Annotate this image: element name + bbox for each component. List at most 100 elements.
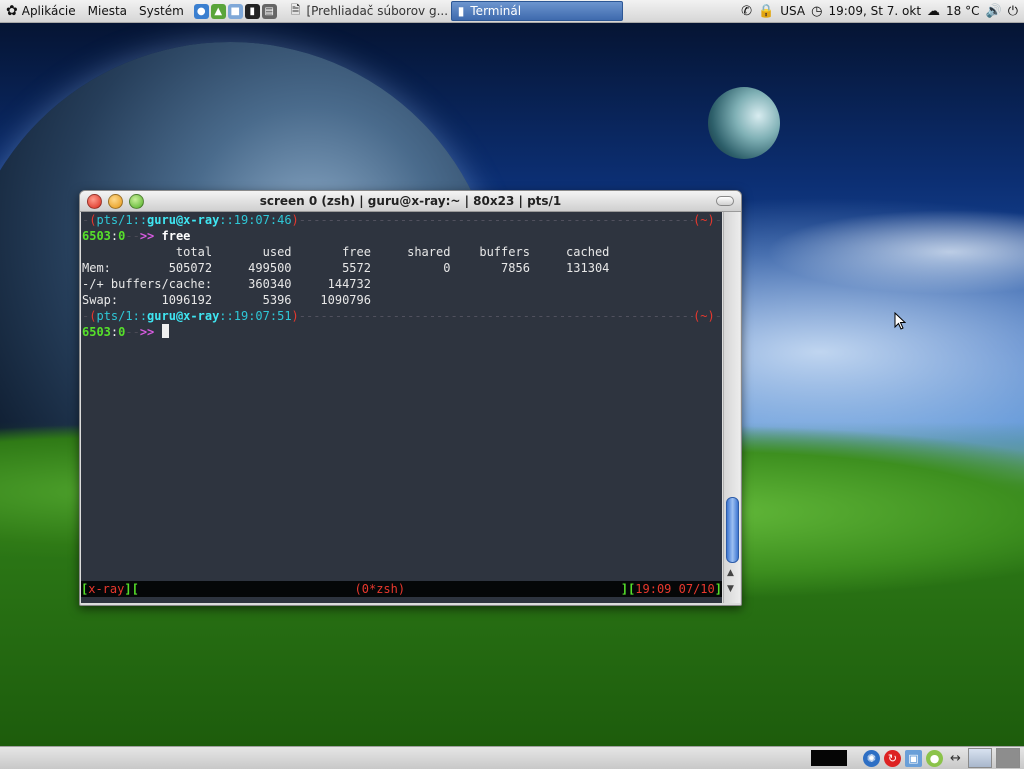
lock-icon[interactable]: 🔒 (758, 4, 774, 19)
update-icon[interactable]: ↻ (884, 749, 901, 767)
clock-icon: ◷ (811, 3, 823, 19)
terminal-icon: ▮ (457, 4, 465, 18)
window-controls (87, 194, 144, 209)
scroll-down-icon[interactable]: ▼ (727, 584, 734, 594)
system-tray: ✆ 🔒 USA ◷ 19:09, St 7. okt ☁ 18 °C 🔊 ⏻ (741, 4, 1024, 19)
scroll-up-icon[interactable]: ▲ (727, 568, 734, 578)
prompt-exit-status: 0 (118, 325, 126, 339)
notification-icon[interactable]: ● (926, 749, 943, 767)
cursor-gap (154, 324, 161, 340)
system-menu-label: Systém (139, 4, 184, 18)
workspace-1[interactable] (968, 748, 992, 768)
terminal-window[interactable]: screen 0 (zsh) | guru@x-ray:~ | 80x23 | … (79, 190, 742, 606)
sb-bracket: [ (81, 582, 89, 596)
window-titlebar[interactable]: screen 0 (zsh) | guru@x-ray:~ | 80x23 | … (80, 191, 741, 212)
paren-close: ) (291, 213, 299, 227)
free-swap-row: Swap: 1096192 5396 1090796 (82, 293, 371, 307)
system-monitor-applet[interactable] (811, 750, 847, 766)
prompt-status-line: -(pts/1:: guru@x-ray:: 19:07:46) ----------… (81, 212, 722, 228)
temperature[interactable]: 18 °C (946, 4, 979, 18)
task-terminal-label: Terminál (470, 4, 522, 18)
prompt-dash: - (82, 213, 90, 227)
bottom-panel-applets: ✺ ↻ ▣ ● ↔ (811, 748, 1024, 768)
prompt-status-line: -(pts/1:: guru@x-ray:: 19:07:51) ----------… (81, 308, 722, 324)
task-file-browser[interactable]: 🗎 [Prehliadač súborov g... (285, 2, 447, 20)
applications-menu-label: Aplikácie (21, 4, 76, 18)
network-icon[interactable]: ✺ (863, 749, 880, 767)
prompt-dash: - (82, 309, 90, 323)
paren-close: ) (291, 309, 299, 323)
gnome-foot-icon: ✿ (6, 3, 18, 19)
workspace-2[interactable] (996, 748, 1020, 768)
maximize-button[interactable] (129, 194, 144, 209)
paren-open: ( (89, 309, 97, 323)
prompt-exit-status: 0 (118, 229, 126, 243)
free-buffers-row: -/+ buffers/cache: 360340 144732 (82, 277, 371, 291)
app-launcher-icon[interactable]: ▲ (210, 3, 226, 19)
task-file-browser-label: [Prehliadač súborov g... (306, 4, 447, 18)
weather-icon: ☁ (927, 3, 941, 19)
free-header-row: total used free shared buffers cached (82, 245, 610, 259)
prompt-command-line: 6503:0 -- >> (81, 324, 722, 340)
top-panel: ✿ Aplikácie Miesta Systém ● ▲ ■ ▮ ▤ 🗎 [P… (0, 0, 1024, 23)
minimize-button[interactable] (108, 194, 123, 209)
close-button[interactable] (87, 194, 102, 209)
prompt-sep: :: (132, 309, 148, 323)
prompt-fill: ----------------------------------------… (298, 213, 694, 227)
shade-button[interactable] (716, 196, 734, 206)
sb-bracket: ][ (124, 582, 139, 596)
prompt-dash: - (714, 213, 722, 227)
free-mem-row: Mem: 505072 499500 5572 0 7856 131304 (82, 261, 610, 275)
mouse-pointer-icon (894, 312, 906, 330)
image-viewer-icon[interactable]: ▣ (905, 749, 922, 767)
screen-status-bar: [x-ray][ (0*zsh) ][19:09 07/10] (81, 581, 722, 597)
terminal-screen[interactable]: -(pts/1:: guru@x-ray:: 19:07:46) ----------… (81, 212, 722, 603)
prompt-user-host: guru@x-ray (147, 309, 220, 323)
prompt-sep: :: (132, 213, 148, 227)
prompt-cwd: (~) (693, 309, 715, 323)
phone-icon[interactable]: ✆ (741, 4, 752, 19)
bottom-panel: ✺ ↻ ▣ ● ↔ (0, 746, 1024, 769)
text-cursor (161, 324, 169, 338)
folder-icon[interactable]: ■ (227, 3, 243, 19)
prompt-arrows: >> (139, 325, 155, 339)
sb-bracket: ] (714, 582, 722, 596)
prompt-sep: :: (219, 213, 234, 227)
prompt-cwd: (~) (693, 213, 715, 227)
prompt-colon: : (110, 325, 119, 339)
scrollbar-thumb[interactable] (726, 497, 739, 563)
command-text: free (154, 229, 191, 243)
clock[interactable]: 19:09, St 7. okt (828, 4, 921, 18)
screen-hostname: x-ray (88, 582, 125, 596)
sb-bracket: ][ (620, 582, 636, 596)
wallpaper-moon (708, 87, 780, 159)
vertical-scrollbar[interactable]: ▲ ▼ (723, 212, 740, 603)
prompt-command-line: 6503:0 -- >> free (81, 228, 722, 244)
screen-window-list[interactable]: (0*zsh) (139, 581, 621, 597)
keyboard-layout[interactable]: USA (780, 4, 805, 18)
paren-open: ( (89, 213, 97, 227)
places-menu-label: Miesta (87, 4, 128, 18)
volume-icon[interactable]: 🔊 (986, 4, 1002, 19)
window-title: screen 0 (zsh) | guru@x-ray:~ | 80x23 | … (259, 194, 562, 208)
prompt-dash: - (714, 309, 722, 323)
web-browser-icon[interactable]: ● (193, 3, 209, 19)
system-menu[interactable]: Systém (133, 0, 190, 22)
trash-icon[interactable]: ▤ (261, 3, 277, 19)
prompt-arrows: >> (139, 229, 155, 243)
prompt-fill: ----------------------------------------… (298, 309, 694, 323)
prompt-pid: 6503 (82, 229, 111, 243)
task-terminal[interactable]: ▮ Terminál (450, 1, 623, 21)
prompt-user-host: guru@x-ray (147, 213, 220, 227)
prompt-dash-pair: -- (125, 229, 140, 243)
prompt-tty: pts/1 (96, 309, 133, 323)
file-manager-icon: 🗎 (290, 2, 301, 17)
resize-arrows-icon[interactable]: ↔ (947, 750, 964, 767)
prompt-time: 19:07:46 (233, 213, 292, 227)
power-icon[interactable]: ⏻ (1008, 4, 1018, 19)
prompt-tty: pts/1 (96, 213, 133, 227)
applications-menu[interactable]: ✿ Aplikácie (0, 0, 82, 22)
places-menu[interactable]: Miesta (82, 0, 133, 22)
terminal-launcher-icon[interactable]: ▮ (244, 3, 260, 19)
prompt-colon: : (110, 229, 119, 243)
